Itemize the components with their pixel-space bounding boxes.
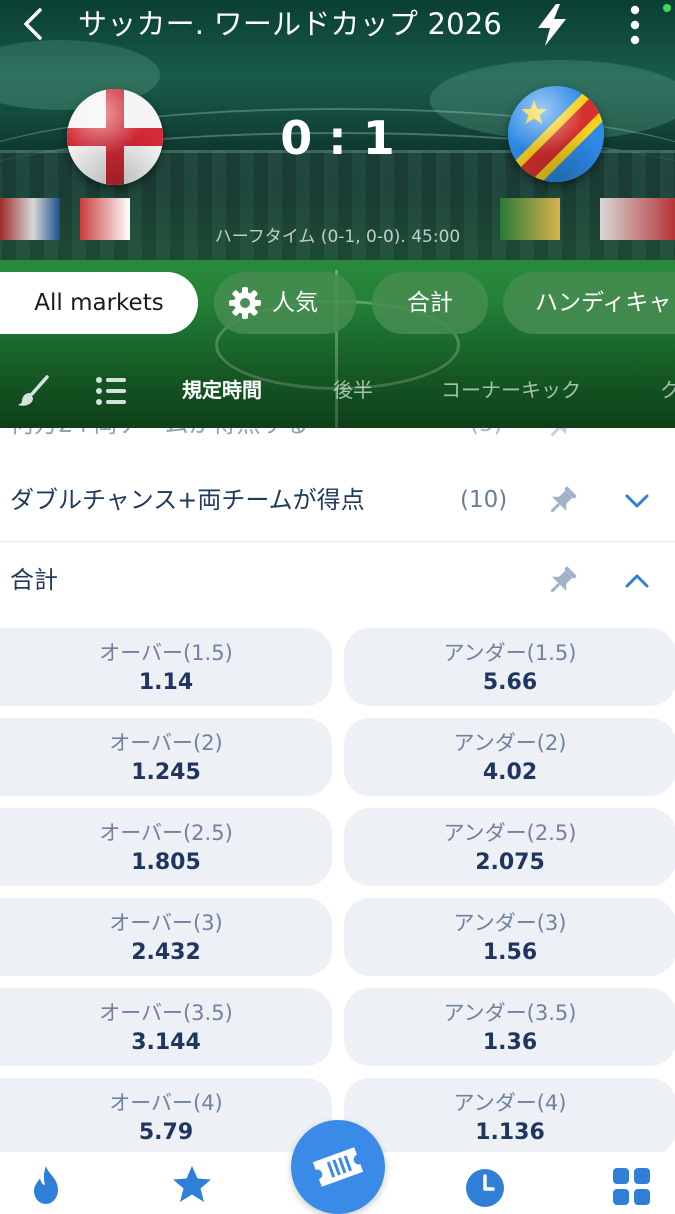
odds-name: オーバー(2) xyxy=(109,731,223,755)
status-dot xyxy=(663,4,671,12)
more-vertical-icon xyxy=(630,5,640,45)
tab-second-half[interactable]: 後半 xyxy=(333,376,373,404)
top-bar: サッカー. ワールドカップ 2026 xyxy=(0,0,675,50)
market-count: (10) xyxy=(460,487,508,513)
odds-value: 5.79 xyxy=(138,1120,194,1145)
odds-value: 1.56 xyxy=(482,940,538,965)
odds-value: 3.144 xyxy=(131,1030,201,1055)
odds-button-under[interactable]: アンダー(4) 1.136 xyxy=(344,1078,675,1156)
page-title: サッカー. ワールドカップ 2026 xyxy=(78,7,503,41)
odds-value: 2.075 xyxy=(475,850,545,875)
odds-value: 1.136 xyxy=(475,1120,545,1145)
markets-list: 何方2+両チームが得点する (5) ダブルチャンス+両チームが得点 (10) 合… xyxy=(0,428,675,1200)
odds-value: 1.14 xyxy=(138,670,194,695)
away-team-flag xyxy=(508,86,604,182)
odds-name: オーバー(3) xyxy=(109,911,223,935)
pin-icon[interactable] xyxy=(545,428,579,442)
pin-icon[interactable] xyxy=(545,564,579,598)
odds-name: オーバー(4) xyxy=(109,1091,223,1115)
odds-button-over[interactable]: オーバー(4) 5.79 xyxy=(0,1078,332,1156)
match-score: 0 : 1 xyxy=(280,111,395,165)
chip-label: ハンディキャ xyxy=(535,290,672,316)
market-row-partial[interactable]: 何方2+両チームが得点する (5) xyxy=(0,428,675,462)
star-icon[interactable] xyxy=(170,1162,214,1206)
odds-button-under[interactable]: アンダー(1.5) 5.66 xyxy=(344,628,675,706)
history-icon[interactable] xyxy=(463,1164,507,1208)
odds-name: アンダー(1.5) xyxy=(443,641,577,665)
back-button[interactable] xyxy=(14,4,54,44)
odds-button-under[interactable]: アンダー(2.5) 2.075 xyxy=(344,808,675,886)
customize-button[interactable] xyxy=(16,374,50,408)
match-header: サッカー. ワールドカップ 2026 0 : 1 ハーフタイム (0-1, 0-… xyxy=(0,0,675,428)
odds-name: アンダー(3.5) xyxy=(443,1001,577,1025)
market-chips: All markets 人気 合計 ハンディキャ xyxy=(0,272,675,334)
tab-corners[interactable]: コーナーキック xyxy=(441,376,581,404)
chip-label: 合計 xyxy=(407,290,453,316)
quick-bet-button[interactable] xyxy=(532,2,572,48)
grid-icon[interactable] xyxy=(610,1164,654,1208)
odds-button-over[interactable]: オーバー(3) 2.432 xyxy=(0,898,332,976)
odds-button-under[interactable]: アンダー(3) 1.56 xyxy=(344,898,675,976)
chevron-down-icon[interactable] xyxy=(622,486,652,516)
odds-value: 4.02 xyxy=(482,760,538,785)
odds-value: 1.245 xyxy=(131,760,201,785)
tab-regular-time[interactable]: 規定時間 xyxy=(182,376,262,404)
more-menu-button[interactable] xyxy=(620,2,650,48)
market-row-double-chance[interactable]: ダブルチャンス+両チームが得点 (10) xyxy=(0,462,675,542)
odds-name: オーバー(2.5) xyxy=(99,821,233,845)
market-label: 何方2+両チームが得点する xyxy=(10,428,309,440)
odds-name: オーバー(1.5) xyxy=(99,641,233,665)
odds-name: アンダー(2) xyxy=(453,731,567,755)
popular-icon xyxy=(229,287,261,319)
odds-name: アンダー(4) xyxy=(453,1091,567,1115)
odds-button-over[interactable]: オーバー(2) 1.245 xyxy=(0,718,332,796)
period-tabs: 規定時間 後半 コーナーキック ク xyxy=(0,360,675,420)
home-team-flag xyxy=(67,89,163,185)
chip-label: All markets xyxy=(34,290,164,316)
market-count: (5) xyxy=(470,428,503,440)
flame-icon[interactable] xyxy=(24,1162,68,1206)
odds-name: アンダー(3) xyxy=(453,911,567,935)
list-view-button[interactable] xyxy=(94,374,128,408)
odds-name: オーバー(3.5) xyxy=(99,1001,233,1025)
brush-icon xyxy=(18,375,49,406)
chevron-left-icon xyxy=(24,8,42,40)
chevron-up-icon[interactable] xyxy=(622,566,652,596)
odds-value: 2.432 xyxy=(131,940,201,965)
chip-all-markets[interactable]: All markets xyxy=(0,272,198,334)
chip-label: 人気 xyxy=(272,290,318,316)
odds-value: 5.66 xyxy=(482,670,538,695)
chip-total[interactable]: 合計 xyxy=(372,272,488,334)
market-row-totals[interactable]: 合計 xyxy=(0,542,675,622)
flag-gloss xyxy=(508,86,604,182)
odds-button-over[interactable]: オーバー(2.5) 1.805 xyxy=(0,808,332,886)
pin-icon[interactable] xyxy=(545,484,579,518)
lightning-icon xyxy=(538,4,566,46)
market-label: 合計 xyxy=(10,566,58,594)
chip-popular[interactable]: 人気 xyxy=(214,272,356,334)
match-status: ハーフタイム (0-1, 0-0). 45:00 xyxy=(214,227,461,247)
odds-button-under[interactable]: アンダー(3.5) 1.36 xyxy=(344,988,675,1066)
chip-handicap[interactable]: ハンディキャ xyxy=(503,272,675,334)
odds-button-over[interactable]: オーバー(1.5) 1.14 xyxy=(0,628,332,706)
odds-name: アンダー(2.5) xyxy=(443,821,577,845)
odds-button-under[interactable]: アンダー(2) 4.02 xyxy=(344,718,675,796)
odds-value: 1.805 xyxy=(131,850,201,875)
odds-value: 1.36 xyxy=(482,1030,538,1055)
market-label: ダブルチャンス+両チームが得点 xyxy=(10,486,365,514)
odds-button-over[interactable]: オーバー(3.5) 3.144 xyxy=(0,988,332,1066)
flag-gloss xyxy=(67,89,163,185)
list-icon xyxy=(96,377,126,405)
tab-more[interactable]: ク xyxy=(660,376,675,404)
